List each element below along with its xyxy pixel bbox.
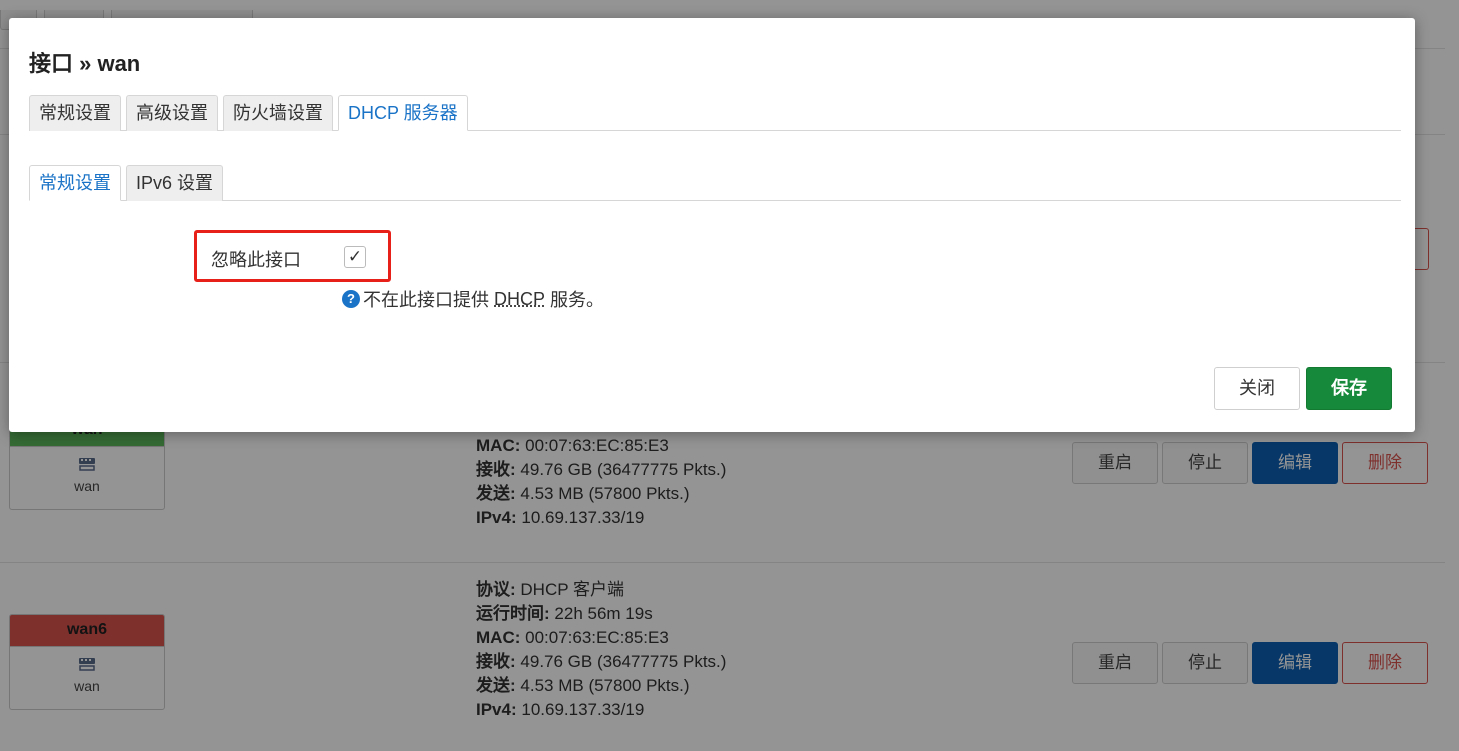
- close-button[interactable]: 关闭: [1214, 367, 1300, 410]
- dhcp-subtabs: 常规设置 IPv6 设置: [29, 164, 1401, 201]
- main-tabs: 常规设置 高级设置 防火墙设置 DHCP 服务器: [29, 94, 1401, 131]
- subtab-ipv6-settings[interactable]: IPv6 设置: [126, 165, 224, 201]
- tab-dhcp-server[interactable]: DHCP 服务器: [338, 95, 468, 131]
- dialog-title: 接口 » wan: [29, 51, 141, 76]
- help-text-suffix: 服务。: [550, 290, 605, 310]
- save-button[interactable]: 保存: [1306, 367, 1392, 410]
- ignore-interface-field: 忽略此接口 ✓: [194, 230, 391, 282]
- question-circle-icon: ?: [342, 290, 360, 308]
- interface-edit-dialog: 接口 » wan 常规设置 高级设置 防火墙设置 DHCP 服务器 常规设置 I…: [9, 18, 1415, 432]
- tab-firewall-settings[interactable]: 防火墙设置: [223, 95, 333, 131]
- tab-general-settings[interactable]: 常规设置: [29, 95, 121, 131]
- tab-advanced-settings[interactable]: 高级设置: [126, 95, 218, 131]
- checkmark-icon: ✓: [347, 247, 363, 266]
- help-text-prefix: 不在此接口提供: [363, 290, 489, 310]
- help-abbr-dhcp: DHCP: [494, 288, 546, 309]
- ignore-interface-checkbox[interactable]: ✓: [344, 246, 366, 268]
- ignore-interface-label: 忽略此接口: [211, 250, 301, 270]
- field-help-text: ? 不在此接口提供 DHCP 服务。: [342, 286, 604, 312]
- subtab-general-settings[interactable]: 常规设置: [29, 165, 121, 201]
